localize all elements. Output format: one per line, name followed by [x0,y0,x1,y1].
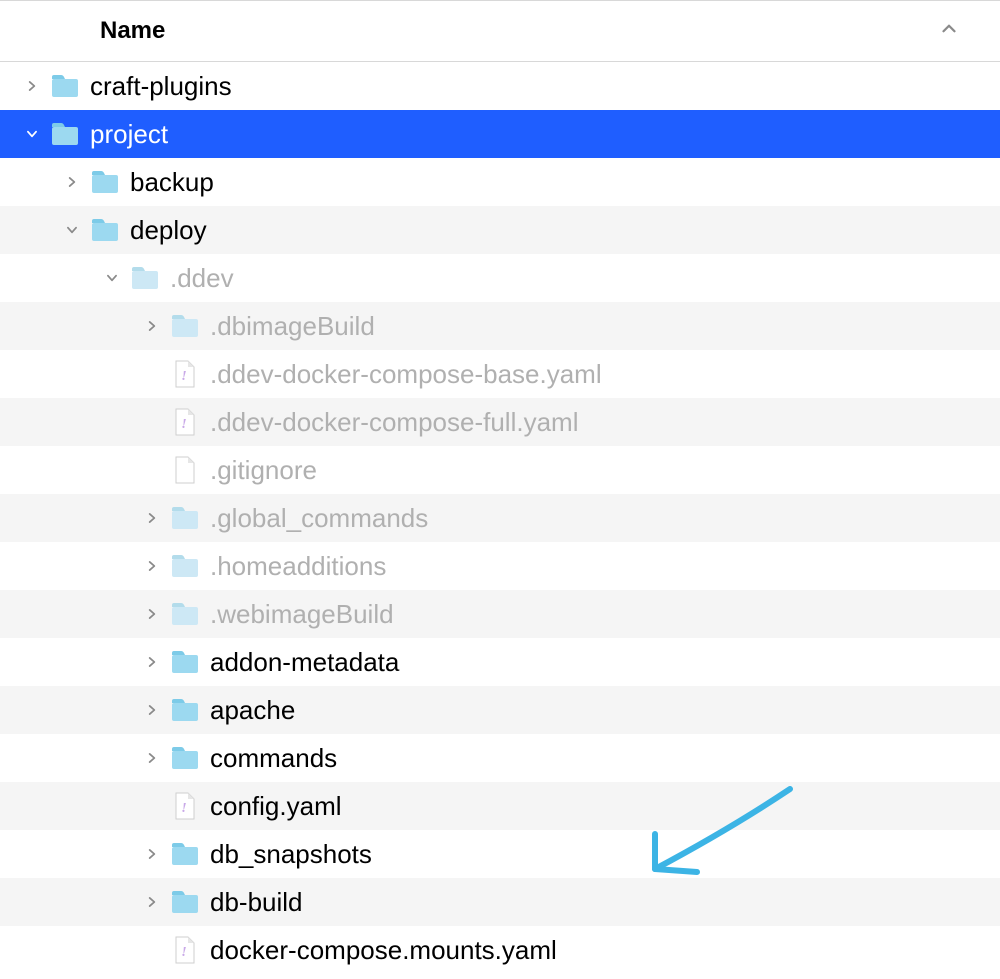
chevron-right-icon[interactable] [140,511,164,525]
tree-row[interactable]: addon-metadata [0,638,1000,686]
chevron-right-icon[interactable] [140,847,164,861]
tree-row[interactable]: ! .ddev-docker-compose-full.yaml [0,398,1000,446]
tree-row-label: deploy [130,215,207,246]
chevron-down-icon[interactable] [20,127,44,141]
tree-row-label: .ddev-docker-compose-base.yaml [210,359,602,390]
yaml-file-icon: ! [170,407,200,437]
tree-row[interactable]: .dbimageBuild [0,302,1000,350]
file-tree: craft-plugins project backup deploy .ddev .db… [0,62,1000,974]
chevron-down-icon[interactable] [100,271,124,285]
tree-row[interactable]: .ddev [0,254,1000,302]
tree-row-label: .dbimageBuild [210,311,375,342]
tree-row-label: .gitignore [210,455,317,486]
folder-icon [50,71,80,101]
tree-row[interactable]: apache [0,686,1000,734]
svg-text:!: ! [181,945,186,960]
folder-icon [170,647,200,677]
tree-row[interactable]: .homeadditions [0,542,1000,590]
column-header[interactable]: Name [0,0,1000,62]
tree-row-label: .webimageBuild [210,599,394,630]
chevron-right-icon[interactable] [140,751,164,765]
tree-row[interactable]: ! config.yaml [0,782,1000,830]
chevron-down-icon[interactable] [60,223,84,237]
chevron-right-icon[interactable] [140,559,164,573]
tree-row[interactable]: .global_commands [0,494,1000,542]
chevron-right-icon[interactable] [140,607,164,621]
yaml-file-icon: ! [170,359,200,389]
tree-row-label: backup [130,167,214,198]
tree-row[interactable]: ! docker-compose.mounts.yaml [0,926,1000,974]
yaml-file-icon: ! [170,935,200,965]
chevron-right-icon[interactable] [20,79,44,93]
tree-row[interactable]: project [0,110,1000,158]
tree-row-label: .homeadditions [210,551,386,582]
chevron-right-icon[interactable] [140,319,164,333]
tree-row-label: apache [210,695,295,726]
tree-row-label: commands [210,743,337,774]
folder-icon [170,743,200,773]
folder-icon [90,215,120,245]
tree-row-label: .ddev-docker-compose-full.yaml [210,407,578,438]
folder-icon [170,311,200,341]
folder-icon [170,887,200,917]
svg-text:!: ! [181,801,186,816]
tree-row-label: config.yaml [210,791,342,822]
tree-row-label: .global_commands [210,503,428,534]
folder-icon [170,551,200,581]
tree-row-label: addon-metadata [210,647,399,678]
yaml-file-icon: ! [170,791,200,821]
folder-icon [170,503,200,533]
chevron-right-icon[interactable] [60,175,84,189]
tree-row-label: docker-compose.mounts.yaml [210,935,557,966]
chevron-right-icon[interactable] [140,703,164,717]
svg-text:!: ! [181,417,186,432]
tree-row[interactable]: craft-plugins [0,62,1000,110]
tree-row[interactable]: .gitignore [0,446,1000,494]
chevron-right-icon[interactable] [140,895,164,909]
tree-row-label: db_snapshots [210,839,372,870]
folder-icon [90,167,120,197]
tree-row[interactable]: db-build [0,878,1000,926]
sort-chevron-icon[interactable] [938,18,960,45]
folder-icon [50,119,80,149]
tree-row-label: db-build [210,887,303,918]
folder-icon [170,839,200,869]
tree-row[interactable]: ! .ddev-docker-compose-base.yaml [0,350,1000,398]
folder-icon [170,695,200,725]
folder-icon [130,263,160,293]
column-header-name: Name [100,17,165,45]
tree-row[interactable]: backup [0,158,1000,206]
tree-row-label: .ddev [170,263,234,294]
tree-row[interactable]: commands [0,734,1000,782]
tree-row[interactable]: .webimageBuild [0,590,1000,638]
folder-icon [170,599,200,629]
tree-row-label: craft-plugins [90,71,232,102]
tree-row[interactable]: deploy [0,206,1000,254]
chevron-right-icon[interactable] [140,655,164,669]
tree-row-label: project [90,119,168,150]
file-icon [170,455,200,485]
tree-row[interactable]: db_snapshots [0,830,1000,878]
svg-text:!: ! [181,369,186,384]
